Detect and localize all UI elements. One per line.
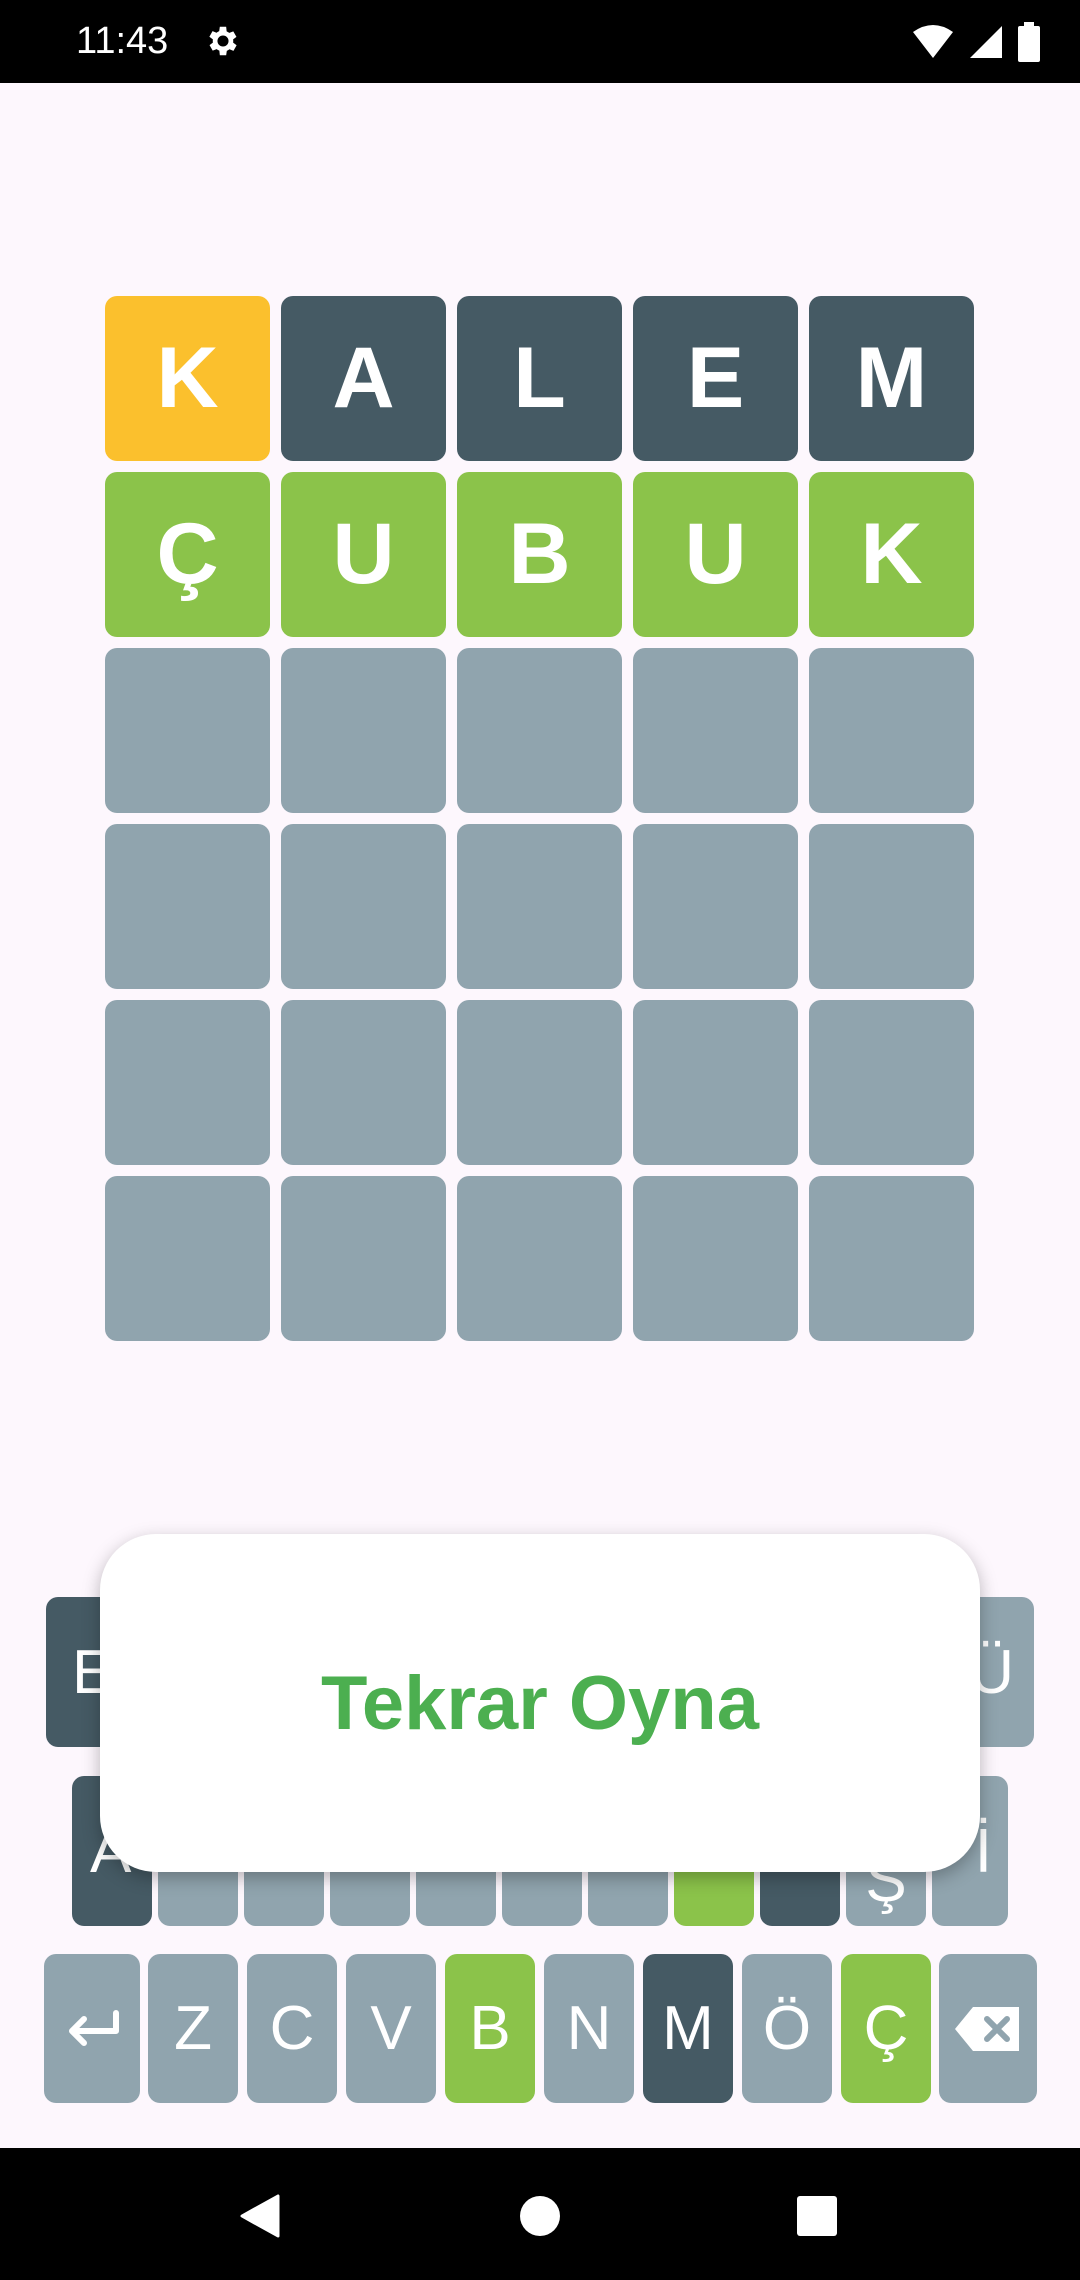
- settings-gear-icon: [209, 26, 237, 56]
- tile-r2c3: B: [457, 472, 622, 637]
- status-icons: [912, 22, 1040, 62]
- enter-icon: [69, 2009, 119, 2046]
- battery-icon: [1018, 22, 1040, 62]
- tile-r2c4: U: [633, 472, 798, 637]
- key-ö[interactable]: Ö: [742, 1954, 832, 2103]
- tile-r3c5: [809, 648, 974, 813]
- key-v[interactable]: V: [346, 1954, 436, 2103]
- tile-r6c2: [281, 1176, 446, 1341]
- home-icon[interactable]: [519, 2195, 561, 2237]
- tile-r2c5: K: [809, 472, 974, 637]
- cellular-signal-icon: [970, 26, 1002, 58]
- tile-r5c2: [281, 1000, 446, 1165]
- key-n[interactable]: N: [544, 1954, 634, 2103]
- tile-r3c4: [633, 648, 798, 813]
- tile-r5c5: [809, 1000, 974, 1165]
- tile-r1c2: A: [281, 296, 446, 461]
- tile-r6c5: [809, 1176, 974, 1341]
- status-time: 11:43: [76, 20, 169, 62]
- key-z[interactable]: Z: [148, 1954, 238, 2103]
- tile-r1c4: E: [633, 296, 798, 461]
- status-bar: 11:43: [0, 0, 1080, 83]
- key-b[interactable]: B: [445, 1954, 535, 2103]
- tile-r2c1: Ç: [105, 472, 270, 637]
- tile-r6c3: [457, 1176, 622, 1341]
- tile-r5c3: [457, 1000, 622, 1165]
- tile-r6c1: [105, 1176, 270, 1341]
- play-again-button[interactable]: Tekrar Oyna: [321, 1660, 759, 1747]
- tile-r3c3: [457, 648, 622, 813]
- navigation-bar: [0, 2148, 1080, 2280]
- enter-key[interactable]: [44, 1954, 140, 2103]
- tile-r3c2: [281, 648, 446, 813]
- tile-r1c3: L: [457, 296, 622, 461]
- backspace-key[interactable]: [939, 1954, 1037, 2103]
- tile-r2c2: U: [281, 472, 446, 637]
- wifi-icon: [913, 25, 953, 58]
- key-m[interactable]: M: [643, 1954, 733, 2103]
- back-icon[interactable]: [238, 2193, 282, 2239]
- tile-r4c4: [633, 824, 798, 989]
- key-c[interactable]: C: [247, 1954, 337, 2103]
- game-over-dialog: Tekrar Oyna: [100, 1534, 980, 1872]
- tile-r4c1: [105, 824, 270, 989]
- tile-r4c3: [457, 824, 622, 989]
- tile-r1c1: K: [105, 296, 270, 461]
- tile-r3c1: [105, 648, 270, 813]
- tile-r5c1: [105, 1000, 270, 1165]
- tile-r6c4: [633, 1176, 798, 1341]
- tile-r4c5: [809, 824, 974, 989]
- backspace-icon: [955, 2006, 1019, 2051]
- game-board: KALEMÇUBUK: [105, 296, 974, 1341]
- tile-r4c2: [281, 824, 446, 989]
- key-ç[interactable]: Ç: [841, 1954, 931, 2103]
- recents-icon[interactable]: [797, 2196, 837, 2236]
- tile-r5c4: [633, 1000, 798, 1165]
- tile-r1c5: M: [809, 296, 974, 461]
